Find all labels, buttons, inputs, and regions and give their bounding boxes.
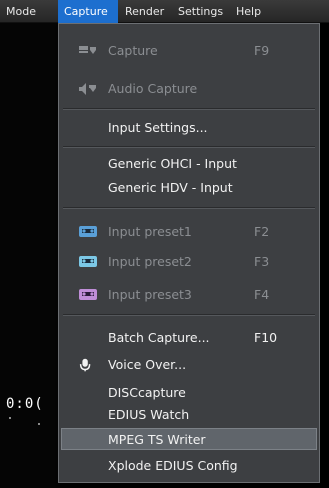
menu-item-label: Input preset3 <box>108 287 192 302</box>
shortcut-label: F10 <box>254 330 278 345</box>
menu-item-label: MPEG TS Writer <box>108 432 206 447</box>
capture-dropdown-menu: Capture F9 Audio Capture Input Settings.… <box>58 23 320 483</box>
menu-item-label: DISCcapture <box>108 385 186 400</box>
indicator-dot <box>38 423 40 425</box>
menu-item-label: Batch Capture... <box>108 330 210 345</box>
audio-capture-icon <box>79 83 96 95</box>
tape-icon <box>79 256 97 267</box>
menu-separator <box>63 146 315 148</box>
shortcut-label: F9 <box>254 43 270 58</box>
menu-item-input-settings[interactable]: Input Settings... <box>61 117 317 139</box>
menu-item-generic-hdv-input[interactable]: Generic HDV - Input <box>61 177 317 199</box>
menu-item-label: Input Settings... <box>108 120 208 135</box>
menu-item-label: Audio Capture <box>108 81 198 96</box>
capture-icon <box>79 46 96 54</box>
menu-render[interactable]: Render <box>121 0 171 23</box>
menu-item-disccapture[interactable]: DISCcapture <box>61 382 317 404</box>
menu-capture[interactable]: Capture <box>58 0 118 23</box>
tape-icon <box>79 289 97 300</box>
indicator-dot <box>9 417 11 419</box>
menu-item-input-preset2[interactable]: Input preset2 F3 <box>61 251 317 273</box>
menu-item-xplode-edius-config[interactable]: Xplode EDIUS Config <box>61 455 317 477</box>
shortcut-label: F4 <box>254 287 270 302</box>
menu-item-label: Capture <box>108 43 158 58</box>
tape-icon <box>79 226 97 237</box>
menu-help[interactable]: Help <box>232 0 266 23</box>
menu-separator <box>63 207 315 209</box>
menu-item-input-preset3[interactable]: Input preset3 F4 <box>61 284 317 306</box>
microphone-icon <box>79 358 91 372</box>
menu-item-label: Generic HDV - Input <box>108 180 233 195</box>
timecode-display: 0:0( <box>6 396 44 412</box>
menu-item-label: Input preset2 <box>108 254 192 269</box>
menu-item-audio-capture[interactable]: Audio Capture <box>61 78 317 100</box>
menu-item-input-preset1[interactable]: Input preset1 F2 <box>61 221 317 243</box>
menu-item-label: Voice Over... <box>108 357 187 372</box>
menu-bar: Mode Capture Render Settings Help <box>0 0 329 23</box>
menu-mode[interactable]: Mode <box>2 0 38 23</box>
menu-item-label: EDIUS Watch <box>108 407 190 422</box>
menu-item-edius-watch[interactable]: EDIUS Watch <box>61 404 317 426</box>
menu-item-label: Input preset1 <box>108 224 192 239</box>
menu-item-label: Xplode EDIUS Config <box>108 458 238 473</box>
menu-item-voice-over[interactable]: Voice Over... <box>61 354 317 376</box>
menu-item-mpeg-ts-writer[interactable]: MPEG TS Writer <box>61 428 317 450</box>
menu-item-generic-ohci-input[interactable]: Generic OHCI - Input <box>61 153 317 175</box>
menu-separator <box>63 314 315 316</box>
menu-settings[interactable]: Settings <box>174 0 229 23</box>
shortcut-label: F3 <box>254 254 270 269</box>
menu-item-capture[interactable]: Capture F9 <box>61 40 317 62</box>
menu-item-batch-capture[interactable]: Batch Capture... F10 <box>61 327 317 349</box>
menu-separator <box>63 108 315 110</box>
menu-item-label: Generic OHCI - Input <box>108 156 237 171</box>
shortcut-label: F2 <box>254 224 270 239</box>
